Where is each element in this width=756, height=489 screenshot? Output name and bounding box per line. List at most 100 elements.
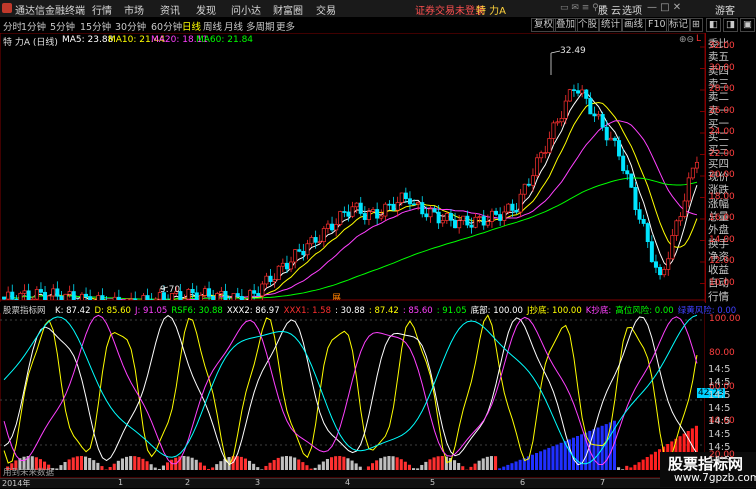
menu-item-sign[interactable]: 云 <box>611 2 621 17</box>
period-multi[interactable]: 多周期 <box>246 19 275 33</box>
period-15min[interactable]: 15分钟 <box>80 19 111 33</box>
indicator-value: : 30.88 <box>335 306 365 316</box>
candle-body <box>503 212 506 221</box>
indicator-bar <box>515 462 518 471</box>
indicator-bar <box>72 457 75 470</box>
menu-item-wenxiaoda[interactable]: 问小达 <box>231 2 261 17</box>
indicator-bar <box>269 463 272 470</box>
candle-body <box>343 212 346 213</box>
window-controls-icon[interactable]: — □ ✕ <box>647 2 681 13</box>
indicator-bar <box>305 465 308 470</box>
indicator-bar <box>170 460 173 470</box>
indicator-bar <box>100 466 103 470</box>
indicator-bar <box>203 466 206 470</box>
indicator-bar <box>547 448 550 470</box>
candle-body <box>298 250 301 252</box>
btn-extra-4[interactable]: ▣ <box>740 18 755 32</box>
candle-body <box>425 214 428 217</box>
indicator-bar <box>125 457 128 470</box>
indicator-bar <box>560 443 563 470</box>
tick-time: 14:5 <box>708 403 730 414</box>
indicator-bar <box>289 456 292 470</box>
candle-body <box>572 90 575 91</box>
sub-y-tick: 80.00 <box>709 348 735 358</box>
menu-item-sign2[interactable]: 选项 <box>622 2 642 17</box>
login-notice[interactable]: 证券交易未登录 <box>415 2 485 17</box>
indicator-bar <box>137 457 140 470</box>
menu-item-stock[interactable]: 股 <box>598 2 608 17</box>
period-30min[interactable]: 30分钟 <box>115 19 146 33</box>
period-weekly[interactable]: 周线 <box>203 19 222 33</box>
candle-body <box>470 225 473 227</box>
indicator-bar <box>150 464 153 470</box>
candle-body <box>371 209 374 211</box>
period-60min[interactable]: 60分钟 <box>151 19 182 33</box>
candle-body <box>683 201 686 217</box>
btn-mark[interactable]: 标记 <box>666 18 691 32</box>
indicator-value: J: 91.05 <box>135 306 167 316</box>
indicator-bar <box>392 456 395 470</box>
period-fenshi[interactable]: 分时 <box>3 19 22 33</box>
btn-extra-3[interactable]: ◨ <box>723 18 738 32</box>
period-1min[interactable]: 1分钟 <box>21 19 46 33</box>
right-tag: L <box>696 34 701 44</box>
btn-extra-1[interactable]: ⊞ <box>689 18 703 32</box>
indicator-bar <box>92 460 95 470</box>
indicator-bar <box>482 458 485 470</box>
candle-body <box>273 280 276 282</box>
btn-stats[interactable]: 统计 <box>598 18 623 32</box>
indicator-bar <box>531 455 534 470</box>
candle-body <box>27 291 30 300</box>
indicator-value: K抄底: <box>586 306 611 316</box>
candle-body <box>400 193 403 203</box>
indicator-bar <box>80 456 83 470</box>
candle-body <box>568 90 571 101</box>
indicator-bar <box>187 456 190 470</box>
indicator-bar <box>351 461 354 470</box>
btn-extra-2[interactable]: ◧ <box>706 18 721 32</box>
period-monthly[interactable]: 月线 <box>224 19 243 33</box>
indicator-bar <box>264 466 267 470</box>
period-more[interactable]: 更多 <box>276 19 295 33</box>
indicator-bar <box>383 457 386 470</box>
period-5min[interactable]: 5分钟 <box>50 19 75 33</box>
indicator-bar <box>478 461 481 470</box>
menu-item-discover[interactable]: 发现 <box>196 2 216 17</box>
candle-body <box>462 216 465 220</box>
indicator-bar <box>428 459 431 470</box>
indicator-bar <box>129 456 132 470</box>
menu-item-markets[interactable]: 市场 <box>124 2 144 17</box>
quote-row-label: 行情 <box>708 289 729 304</box>
indicator-bar <box>330 457 333 470</box>
menu-item-wealth[interactable]: 财富圈 <box>273 2 303 17</box>
candle-body <box>392 204 395 210</box>
candle-body <box>531 176 534 186</box>
main-chart-frame <box>0 33 705 300</box>
candle-body <box>257 293 260 295</box>
menu-item-news[interactable]: 资讯 <box>160 2 180 17</box>
indicator-chart[interactable] <box>0 300 705 478</box>
candle-body <box>253 291 256 294</box>
indicator-bar <box>297 459 300 470</box>
candle-body <box>72 292 75 300</box>
indicator-bar <box>342 457 345 470</box>
candlestick-chart[interactable] <box>0 33 705 300</box>
indicator-bar <box>441 456 444 470</box>
candle-body <box>220 291 223 293</box>
candle-body <box>388 204 391 205</box>
btn-draw[interactable]: 画线 <box>621 18 646 32</box>
menu-item-trade[interactable]: 交易 <box>316 2 336 17</box>
indicator-bar <box>346 458 349 470</box>
candle-body <box>56 289 59 296</box>
x-axis-tick: 5 <box>430 478 435 487</box>
indicator-bar <box>281 457 284 470</box>
menu-item-market[interactable]: 行情 <box>92 2 112 17</box>
low-price-marker: 9.70 <box>160 285 180 295</box>
indicator-bar <box>494 456 497 470</box>
period-daily[interactable]: 日线 <box>182 19 201 33</box>
indicator-bar <box>76 456 79 470</box>
guest-label[interactable]: 游客 <box>715 2 735 17</box>
btn-stock[interactable]: 个股 <box>575 18 600 32</box>
indicator-bar <box>64 462 67 470</box>
candle-body <box>285 263 288 269</box>
